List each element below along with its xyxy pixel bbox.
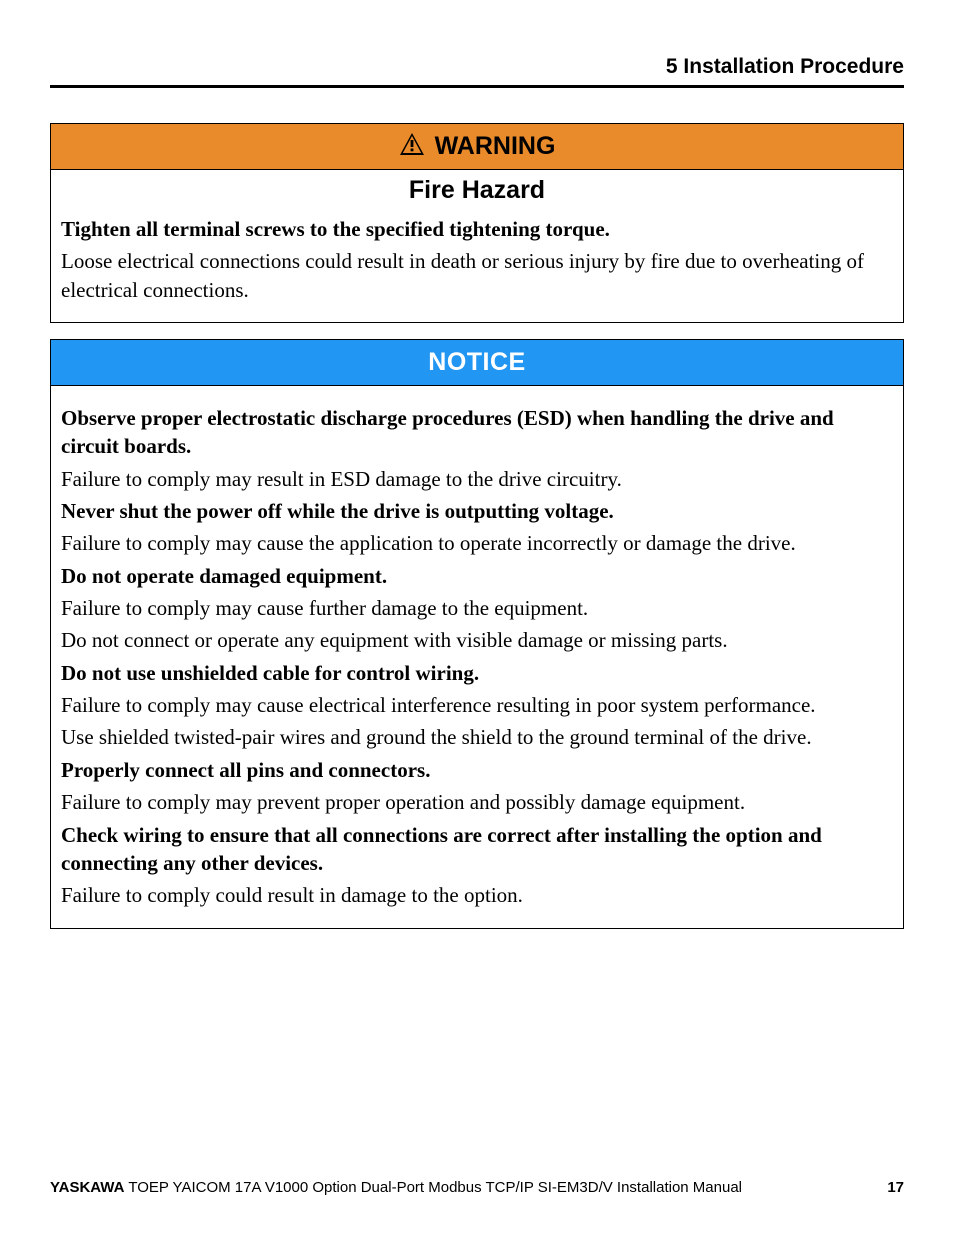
warning-subhead: Fire Hazard — [51, 170, 903, 207]
warning-header: WARNING — [51, 124, 903, 170]
notice-text: Check wiring to ensure that all connecti… — [61, 821, 893, 878]
header-rule — [50, 85, 904, 88]
warning-label: WARNING — [435, 132, 556, 161]
notice-text: Observe proper electrostatic discharge p… — [61, 404, 893, 461]
notice-header: NOTICE — [51, 340, 903, 386]
notice-text: Use shielded twisted-pair wires and grou… — [61, 723, 893, 751]
footer-title: TOEP YAICOM 17A V1000 Option Dual-Port M… — [124, 1179, 742, 1196]
page-footer: YASKAWA TOEP YAICOM 17A V1000 Option Dua… — [50, 1179, 904, 1196]
notice-text: Failure to comply may cause further dama… — [61, 594, 893, 622]
footer-left: YASKAWA TOEP YAICOM 17A V1000 Option Dua… — [50, 1179, 742, 1196]
notice-text: Failure to comply may prevent proper ope… — [61, 788, 893, 816]
notice-text: Failure to comply may cause electrical i… — [61, 691, 893, 719]
warning-box: WARNING Fire Hazard Tighten all terminal… — [50, 123, 904, 323]
notice-label: NOTICE — [428, 348, 525, 377]
warning-triangle-icon — [399, 132, 425, 161]
notice-text: Failure to comply could result in damage… — [61, 881, 893, 909]
warning-text: Loose electrical connections could resul… — [61, 247, 893, 304]
footer-page-number: 17 — [887, 1179, 904, 1196]
warning-body: Tighten all terminal screws to the speci… — [51, 207, 903, 322]
notice-text: Do not connect or operate any equipment … — [61, 626, 893, 654]
notice-body: Observe proper electrostatic discharge p… — [51, 386, 903, 928]
notice-text: Do not operate damaged equipment. — [61, 562, 893, 590]
footer-brand: YASKAWA — [50, 1179, 124, 1196]
section-heading: 5 Installation Procedure — [50, 55, 904, 85]
notice-text: Failure to comply may cause the applicat… — [61, 529, 893, 557]
page: 5 Installation Procedure WARNING Fire Ha… — [0, 0, 954, 1241]
notice-text: Never shut the power off while the drive… — [61, 497, 893, 525]
notice-text: Failure to comply may result in ESD dama… — [61, 465, 893, 493]
notice-text: Do not use unshielded cable for control … — [61, 659, 893, 687]
notice-box: NOTICE Observe proper electrostatic disc… — [50, 339, 904, 929]
notice-text: Properly connect all pins and connectors… — [61, 756, 893, 784]
warning-text: Tighten all terminal screws to the speci… — [61, 215, 893, 243]
